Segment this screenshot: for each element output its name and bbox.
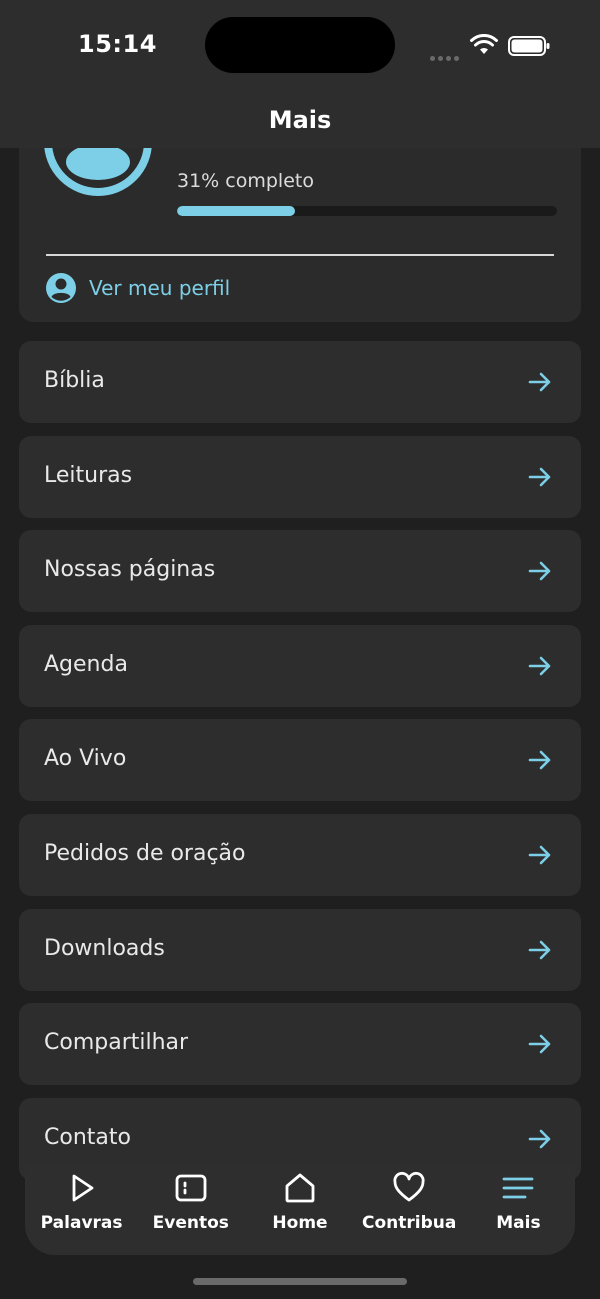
view-profile-link[interactable]: Ver meu perfil <box>45 272 230 304</box>
menu-item-label: Leituras <box>44 462 133 488</box>
home-indicator <box>193 1278 407 1285</box>
signal-icon <box>430 46 462 61</box>
menu-item-label: Ao Vivo <box>44 746 127 772</box>
tab-mais[interactable]: Mais <box>464 1163 573 1255</box>
tab-label: Home <box>272 1213 328 1233</box>
page-title: Mais <box>268 106 332 134</box>
calendar-icon <box>175 1174 207 1202</box>
arrow-right-icon <box>528 751 551 770</box>
menu-item-compartilhar[interactable]: Compartilhar <box>19 1003 581 1086</box>
arrow-right-icon <box>528 845 551 865</box>
user-circle-icon <box>46 273 76 303</box>
menu-item-nossas-paginas[interactable]: Nossas páginas <box>19 530 581 613</box>
status-time: 15:14 <box>78 30 157 58</box>
view-profile-label: Ver meu perfil <box>89 276 231 300</box>
tab-contribua[interactable]: Contribua <box>355 1163 464 1255</box>
menu-item-label: Bíblia <box>44 368 105 393</box>
profile-progress-bar <box>177 206 557 216</box>
heart-icon <box>393 1171 425 1202</box>
tab-label: Mais <box>496 1213 541 1233</box>
menu-item-label: Downloads <box>44 935 165 961</box>
arrow-right-icon <box>528 372 551 392</box>
menu-item-label: Nossas páginas <box>44 557 216 583</box>
wifi-icon <box>470 34 498 54</box>
tab-label: Palavras <box>40 1213 123 1233</box>
menu-item-label: Contato <box>44 1124 131 1150</box>
menu-item-pedidos-de-oracao[interactable]: Pedidos de oração <box>19 813 581 896</box>
tab-bar: Palavras Eventos Home Contribua Mais <box>25 1163 575 1255</box>
battery-icon <box>508 36 550 56</box>
play-icon <box>72 1174 93 1202</box>
menu-item-downloads[interactable]: Downloads <box>19 908 581 991</box>
arrow-right-icon <box>528 561 551 581</box>
menu-icon <box>503 1177 534 1199</box>
home-icon <box>285 1173 315 1203</box>
tab-label: Eventos <box>152 1213 229 1233</box>
dynamic-island <box>205 17 395 73</box>
arrow-right-icon <box>528 1034 551 1054</box>
menu-list: Bíblia Leituras Nossas páginas Agenda Ao… <box>19 341 581 1192</box>
menu-item-leituras[interactable]: Leituras <box>19 435 581 518</box>
arrow-right-icon <box>528 467 551 486</box>
menu-item-label: Pedidos de oração <box>44 840 246 866</box>
menu-item-ao-vivo[interactable]: Ao Vivo <box>19 719 581 802</box>
divider <box>46 254 554 256</box>
tab-eventos[interactable]: Eventos <box>136 1163 245 1255</box>
profile-progress-fill <box>177 206 295 216</box>
menu-item-label: Agenda <box>44 651 128 677</box>
menu-item-agenda[interactable]: Agenda <box>19 624 581 707</box>
menu-item-biblia[interactable]: Bíblia <box>19 341 581 423</box>
menu-item-label: Compartilhar <box>44 1030 189 1056</box>
status-bar: 15:14 <box>0 0 600 92</box>
arrow-right-icon <box>528 1129 551 1149</box>
tab-label: Contribua <box>362 1213 457 1233</box>
tab-home[interactable]: Home <box>245 1163 354 1255</box>
profile-progress-text: 31% completo <box>177 170 314 192</box>
arrow-right-icon <box>528 940 551 959</box>
tab-palavras[interactable]: Palavras <box>27 1163 136 1255</box>
arrow-right-icon <box>528 656 551 676</box>
nav-header: Mais <box>0 92 600 148</box>
